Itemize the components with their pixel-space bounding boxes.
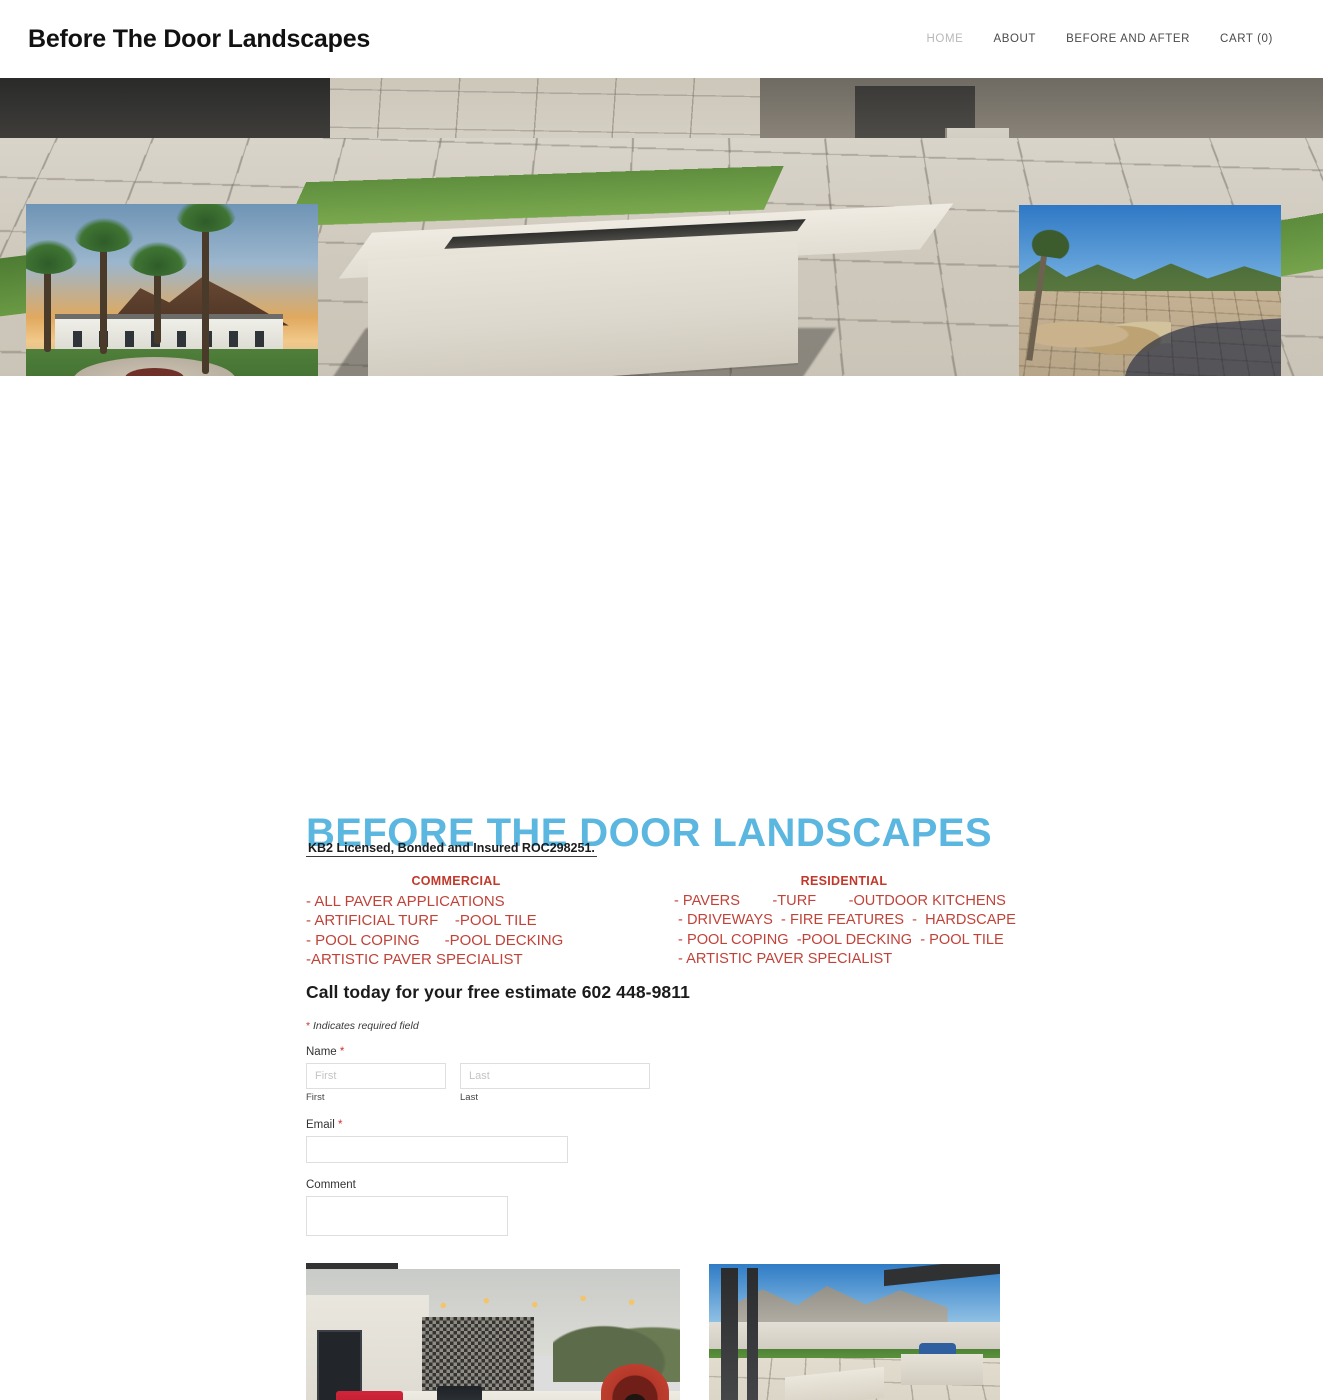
nav-item-before-and-after[interactable]: BEFORE AND AFTER <box>1066 33 1190 45</box>
first-name-input[interactable] <box>306 1063 446 1089</box>
last-name-sublabel: Last <box>460 1092 478 1103</box>
residential-heading: RESIDENTIAL <box>800 874 888 888</box>
residential-services-column: RESIDENTIAL - PAVERS -TURF -OUTDOOR KITC… <box>674 874 1016 970</box>
email-field-label: Email * <box>306 1119 726 1131</box>
call-to-action-text: Call today for your free estimate 602 44… <box>306 982 690 1002</box>
nav-item-about[interactable]: ABOUT <box>993 33 1036 45</box>
name-label-text: Name <box>306 1046 337 1058</box>
contact-form: * Indicates required field Name * First … <box>306 1020 726 1291</box>
required-field-note: * Indicates required field <box>306 1020 726 1032</box>
site-header: Before The Door Landscapes HOME ABOUT BE… <box>0 0 1323 78</box>
residential-service-line: - ARTISTIC PAVER SPECIALIST <box>674 951 893 968</box>
residential-service-line: - PAVERS -TURF -OUTDOOR KITCHENS <box>674 893 1006 909</box>
hero-desert-walkway-photo <box>1019 205 1281 376</box>
required-star-icon: * <box>337 1119 343 1131</box>
email-input[interactable] <box>306 1136 568 1163</box>
required-star-icon: * <box>339 1046 345 1058</box>
gallery-image-paver-patio-fire-table[interactable] <box>709 1264 1000 1400</box>
commercial-service-line: - POOL COPING -POOL DECKING <box>306 931 564 949</box>
hero-banner <box>0 78 1323 376</box>
comment-textarea[interactable] <box>306 1196 508 1236</box>
page-root: Before The Door Landscapes HOME ABOUT BE… <box>0 0 1323 1400</box>
commercial-heading: COMMERCIAL <box>411 874 501 888</box>
first-name-sublabel: First <box>306 1092 325 1103</box>
first-name-cell: First <box>306 1063 446 1103</box>
residential-service-line: - POOL COPING -POOL DECKING - POOL TILE <box>674 931 1004 948</box>
nav-item-home[interactable]: HOME <box>927 33 964 45</box>
residential-service-line: - DRIVEWAYS - FIRE FEATURES - HARDSCAPE <box>674 912 1016 929</box>
comment-field-label: Comment <box>306 1179 356 1191</box>
name-row: First Last <box>306 1063 726 1103</box>
commercial-service-line: - ALL PAVER APPLICATIONS <box>306 893 505 910</box>
last-name-cell: Last <box>460 1063 650 1103</box>
hero-sunset-home-photo <box>26 204 318 376</box>
commercial-service-line: -ARTISTIC PAVER SPECIALIST <box>306 951 523 969</box>
name-field-label: Name * <box>306 1046 726 1058</box>
required-star-icon: * <box>306 1020 311 1032</box>
commercial-services-column: COMMERCIAL - ALL PAVER APPLICATIONS - AR… <box>306 874 666 970</box>
nav-item-cart[interactable]: CART (0) <box>1220 33 1273 45</box>
email-label-text: Email <box>306 1119 335 1131</box>
comment-field-block: Comment <box>306 1179 726 1241</box>
site-brand-title: Before The Door Landscapes <box>28 24 371 53</box>
commercial-service-line: - ARTIFICIAL TURF -POOL TILE <box>306 912 537 930</box>
gallery-image-outdoor-kitchen-pizza-oven[interactable] <box>306 1269 680 1400</box>
license-line: KB2 Licensed, Bonded and Insured ROC2982… <box>306 841 597 857</box>
email-field-block: Email * <box>306 1119 726 1163</box>
last-name-input[interactable] <box>460 1063 650 1089</box>
main-navigation: HOME ABOUT BEFORE AND AFTER CART (0) <box>927 33 1293 45</box>
required-note-text: Indicates required field <box>313 1020 419 1032</box>
